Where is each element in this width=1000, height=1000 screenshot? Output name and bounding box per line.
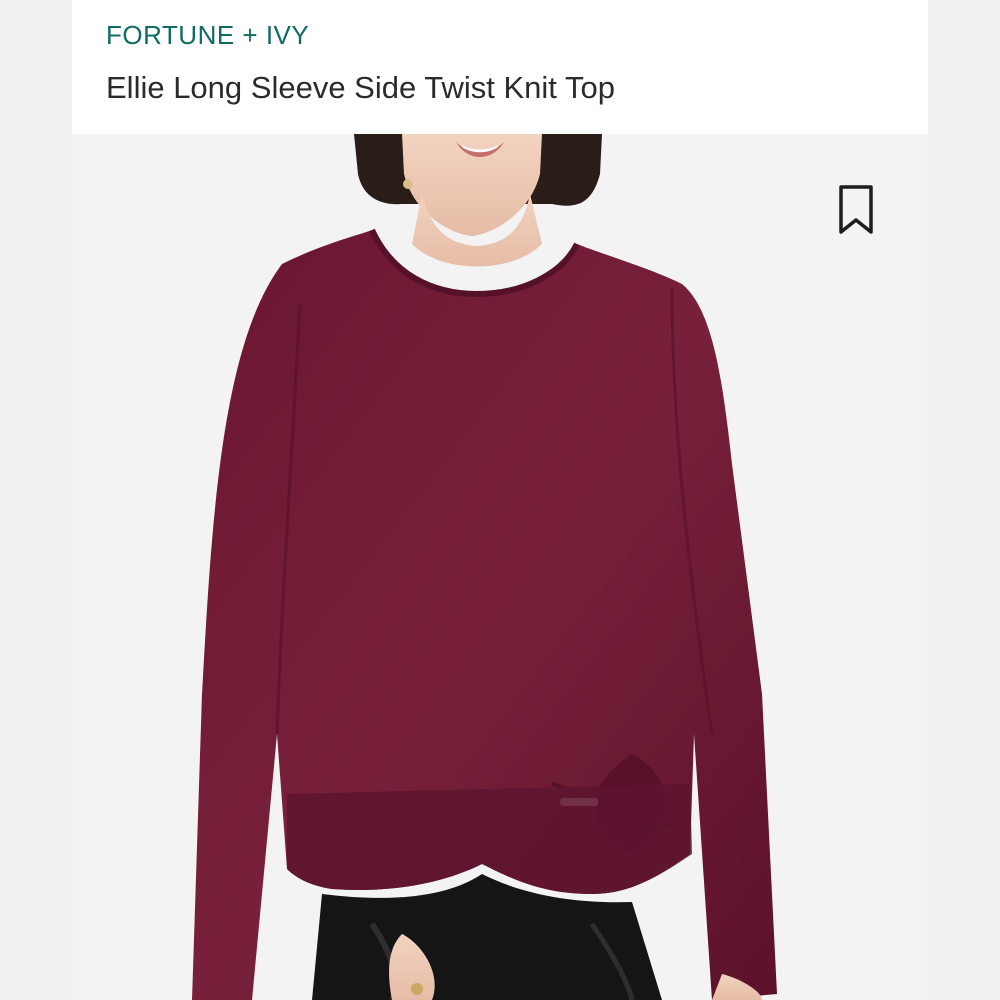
bookmark-icon	[839, 185, 873, 234]
product-page: FORTUNE + IVY Ellie Long Sleeve Side Twi…	[0, 0, 1000, 1000]
brand-name[interactable]: FORTUNE + IVY	[106, 20, 309, 51]
right-gutter	[928, 0, 1000, 1000]
left-gutter	[0, 0, 72, 1000]
product-title: Ellie Long Sleeve Side Twist Knit Top	[106, 70, 615, 105]
bookmark-button[interactable]	[836, 184, 876, 236]
product-header: FORTUNE + IVY Ellie Long Sleeve Side Twi…	[72, 0, 928, 134]
product-image[interactable]	[72, 134, 928, 1000]
